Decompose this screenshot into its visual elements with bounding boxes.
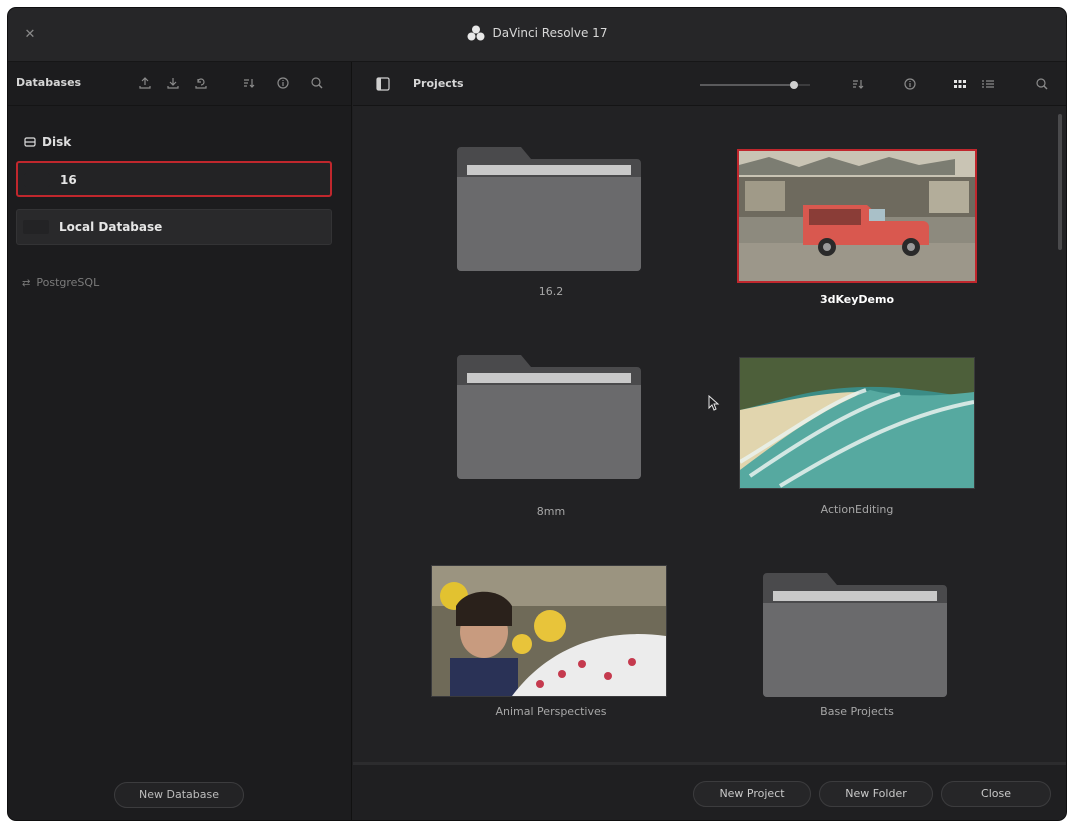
project-folder-tile[interactable]: Base Projects (737, 553, 977, 733)
databases-panel: Databases Disk 16 Local Database ⇄ Postg… (8, 62, 352, 820)
close-button[interactable]: Close (941, 781, 1051, 807)
database-item[interactable]: Local Database (16, 209, 332, 245)
davinci-logo-icon (467, 25, 485, 41)
disk-section-header: Disk (24, 135, 71, 149)
grid-view-icon[interactable] (951, 75, 969, 93)
disk-section-label: Disk (42, 135, 72, 149)
folder-icon (457, 147, 641, 271)
project-folder-tile[interactable]: 16.2 (431, 137, 671, 317)
search-icon[interactable] (1033, 75, 1051, 93)
window-title: DaVinci Resolve 17 (8, 25, 1066, 41)
project-label: Animal Perspectives (495, 705, 607, 718)
databases-toolbar: Databases (8, 62, 351, 106)
sidebar-toggle-icon[interactable] (375, 76, 391, 92)
project-tile[interactable]: 3dKeyDemo (737, 137, 977, 317)
projects-label: Projects (413, 77, 464, 90)
network-icon: ⇄ (22, 278, 31, 289)
upload-icon[interactable] (136, 74, 154, 92)
postgresql-section-header: ⇄ PostgreSQL (22, 276, 99, 289)
vertical-scrollbar[interactable] (1058, 114, 1062, 250)
info-icon[interactable] (274, 74, 292, 92)
sort-icon[interactable] (849, 75, 867, 93)
project-folder-tile[interactable]: 8mm (431, 345, 671, 525)
projects-grid: 16.2 3dKeyDemo 8mm ActionEditing Animal … (353, 107, 1052, 758)
folder-icon (457, 355, 641, 479)
zoom-slider[interactable] (700, 81, 810, 89)
restore-icon[interactable] (192, 74, 210, 92)
info-icon[interactable] (901, 75, 919, 93)
sort-icon[interactable] (240, 74, 258, 92)
list-view-icon[interactable] (979, 75, 997, 93)
project-label: ActionEditing (820, 503, 894, 516)
project-label: 3dKeyDemo (819, 293, 895, 306)
title-bar: ✕ DaVinci Resolve 17 (8, 8, 1066, 62)
new-project-button[interactable]: New Project (693, 781, 811, 807)
project-tile[interactable]: Animal Perspectives (431, 553, 671, 733)
database-label: Local Database (59, 220, 163, 234)
disk-icon (24, 137, 36, 147)
project-manager-window: ✕ DaVinci Resolve 17 Databases Disk 16 L… (8, 8, 1066, 820)
project-label: 8mm (536, 505, 566, 518)
mouse-cursor-icon (708, 395, 720, 411)
database-label: 16 (60, 173, 77, 187)
project-label: Base Projects (820, 705, 894, 718)
database-item[interactable]: 16 (16, 161, 332, 197)
download-icon[interactable] (164, 74, 182, 92)
search-icon[interactable] (308, 74, 326, 92)
project-label: 16.2 (538, 285, 564, 298)
new-database-button[interactable]: New Database (114, 782, 244, 808)
projects-panel: Projects 16.2 3dKeyDemo 8mm ActionEditin… (353, 62, 1066, 820)
project-thumbnail (739, 357, 975, 489)
database-drag-handle[interactable] (23, 220, 49, 234)
databases-label: Databases (16, 76, 82, 89)
window-title-text: DaVinci Resolve 17 (492, 26, 608, 40)
database-drag-handle[interactable] (24, 173, 50, 187)
postgresql-section-label: PostgreSQL (36, 276, 100, 289)
project-thumbnail (431, 565, 667, 697)
new-folder-button[interactable]: New Folder (819, 781, 933, 807)
projects-footer: New Project New Folder Close (353, 762, 1066, 820)
folder-icon (763, 573, 947, 697)
projects-toolbar: Projects (353, 62, 1066, 106)
zoom-slider-fill (700, 84, 794, 86)
project-thumbnail (737, 149, 977, 283)
project-tile[interactable]: ActionEditing (737, 345, 977, 525)
zoom-slider-handle[interactable] (789, 81, 798, 89)
